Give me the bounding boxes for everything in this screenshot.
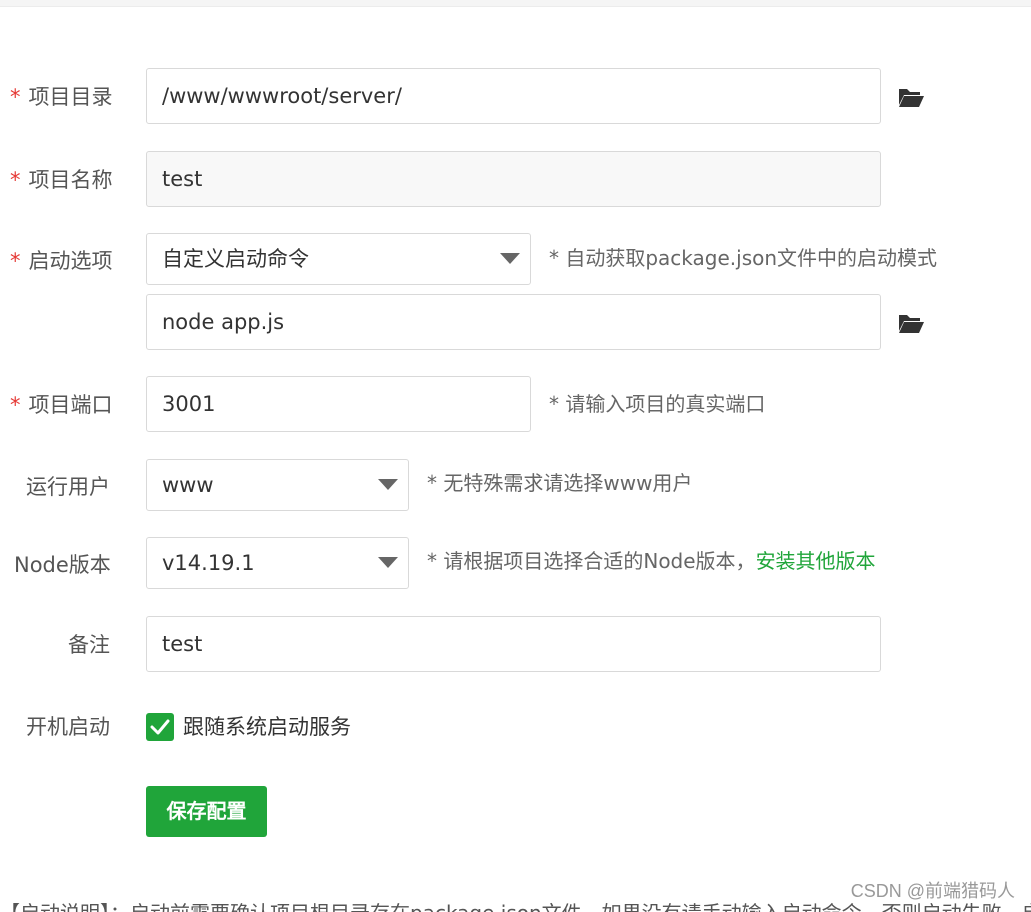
start-option-select[interactable]: 自定义启动命令	[146, 233, 531, 285]
required-mark: *	[10, 249, 21, 273]
watermark: CSDN @前端猎码人	[850, 881, 1015, 901]
save-config-button[interactable]: 保存配置	[146, 786, 267, 837]
project-name-input[interactable]: test	[146, 151, 881, 207]
required-mark: *	[10, 168, 21, 192]
node-version-hint: * 请根据项目选择合适的Node版本，安装其他版本	[427, 549, 876, 573]
start-option-hint: * 自动获取package.json文件中的启动模式	[549, 246, 938, 270]
node-version-value: v14.19.1	[162, 551, 255, 575]
required-mark: *	[10, 85, 21, 109]
folder-open-icon[interactable]	[898, 312, 924, 334]
start-option-label: * 启动选项	[10, 249, 113, 273]
remark-label: 备注	[68, 633, 110, 657]
node-version-label: Node版本	[14, 553, 111, 577]
node-version-select[interactable]: v14.19.1	[146, 537, 409, 589]
install-other-versions-link[interactable]: 安装其他版本	[756, 549, 876, 573]
remark-input[interactable]: test	[146, 616, 881, 672]
caret-down-icon	[378, 479, 398, 490]
run-user-hint: * 无特殊需求请选择www用户	[427, 471, 693, 495]
caret-down-icon	[378, 557, 398, 568]
autostart-checkbox[interactable]	[146, 713, 174, 741]
run-user-label: 运行用户	[26, 475, 110, 499]
required-mark: *	[10, 393, 21, 417]
project-dir-input[interactable]: /www/wwwroot/server/	[146, 68, 881, 124]
project-name-label: * 项目名称	[10, 168, 113, 192]
autostart-checkbox-label[interactable]: 跟随系统启动服务	[183, 712, 351, 742]
caret-down-icon	[500, 253, 520, 264]
run-user-select[interactable]: www	[146, 459, 409, 511]
run-user-value: www	[162, 473, 214, 497]
project-port-label: * 项目端口	[10, 393, 113, 417]
start-command-input[interactable]: node app.js	[146, 294, 881, 350]
check-icon	[150, 719, 170, 735]
top-bar	[0, 0, 1031, 7]
project-port-hint: * 请输入项目的真实端口	[549, 392, 766, 416]
project-port-input[interactable]: 3001	[146, 376, 531, 432]
project-dir-label: * 项目目录	[10, 85, 113, 109]
start-option-value: 自定义启动命令	[162, 247, 309, 271]
folder-open-icon[interactable]	[898, 86, 924, 108]
autostart-label: 开机启动	[26, 715, 110, 739]
